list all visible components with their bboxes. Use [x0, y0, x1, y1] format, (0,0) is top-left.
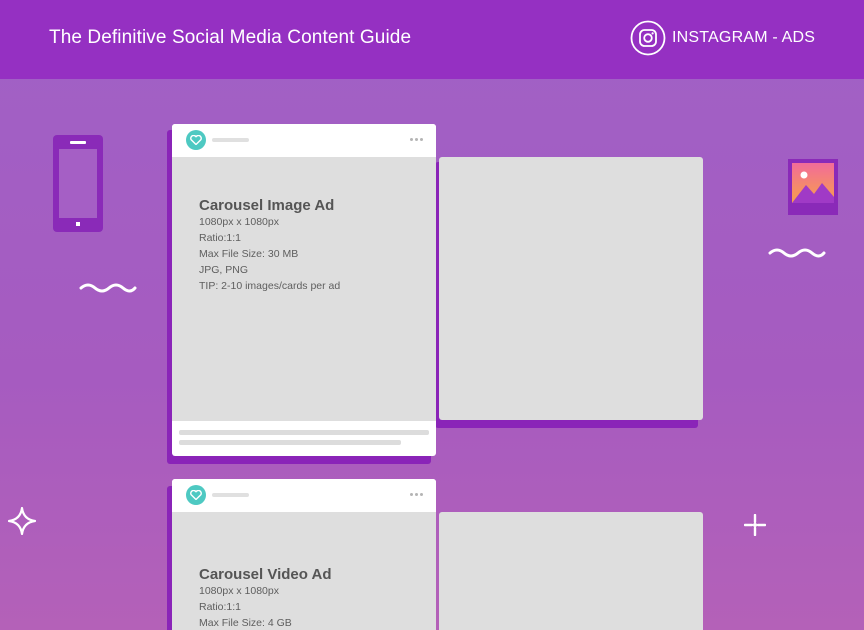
sparkle-small-icon: [744, 514, 766, 536]
smartphone-icon: [53, 135, 103, 232]
image-icon: [788, 159, 838, 215]
ad-formats: JPG, PNG: [199, 264, 249, 276]
ad-size: 1080px x 1080px: [199, 216, 279, 228]
ad-tip: TIP: 2-10 images/cards per ad: [199, 280, 341, 292]
ad-media: Carousel Video Ad 1080px x 1080px Ratio:…: [172, 512, 436, 630]
post-header: [172, 479, 436, 512]
instagram-icon: [630, 20, 666, 56]
avatar: [186, 485, 206, 505]
avatar: [186, 130, 206, 150]
post-header: [172, 124, 436, 157]
ad-max-file-size: Max File Size: 30 MB: [199, 248, 299, 260]
caption-placeholder: [179, 430, 429, 435]
ad-title: Carousel Video Ad: [199, 566, 332, 583]
caption-placeholder: [179, 440, 401, 445]
more-options-icon[interactable]: [410, 493, 424, 497]
more-options-icon[interactable]: [410, 138, 424, 142]
page-header: The Definitive Social Media Content Guid…: [0, 0, 864, 79]
ad-size: 1080px x 1080px: [199, 585, 279, 597]
sparkle-large-icon: [8, 507, 36, 535]
username-placeholder: [212, 493, 249, 497]
page-title: The Definitive Social Media Content Guid…: [49, 27, 412, 48]
ad-max-file-size: Max File Size: 4 GB: [199, 617, 292, 629]
section-label: INSTAGRAM - ADS: [672, 29, 816, 46]
username-placeholder: [212, 138, 249, 142]
ad-ratio: Ratio:1:1: [199, 601, 242, 613]
heart-icon: [190, 490, 202, 500]
squiggle-left-icon: [79, 283, 137, 293]
carousel-image-ad-card: Carousel Image Ad 1080px x 1080px Ratio:…: [172, 124, 436, 456]
ad-media: Carousel Image Ad 1080px x 1080px Ratio:…: [172, 157, 436, 421]
carousel-next-panel: [439, 512, 703, 630]
ad-title: Carousel Image Ad: [199, 197, 335, 214]
squiggle-right-icon: [768, 248, 826, 258]
ad-ratio: Ratio:1:1: [199, 232, 242, 244]
carousel-next-panel: [439, 157, 703, 420]
heart-icon: [190, 135, 202, 145]
carousel-video-ad-card: Carousel Video Ad 1080px x 1080px Ratio:…: [172, 479, 436, 630]
